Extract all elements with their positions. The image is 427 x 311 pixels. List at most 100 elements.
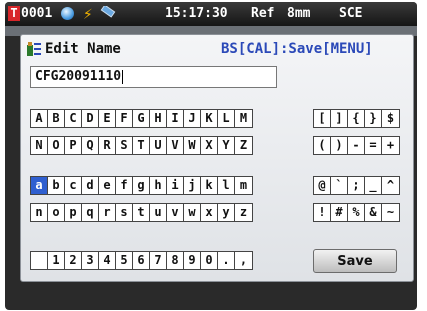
key-upper1-11[interactable]: L bbox=[218, 110, 235, 127]
key-lower2-7[interactable]: u bbox=[150, 204, 167, 221]
key-sym1-4[interactable]: $ bbox=[382, 110, 399, 127]
key-digits-8[interactable]: 8 bbox=[167, 252, 184, 269]
key-lower1-10[interactable]: k bbox=[201, 177, 218, 194]
key-upper1-8[interactable]: I bbox=[167, 110, 184, 127]
key-digits-11[interactable]: . bbox=[218, 252, 235, 269]
key-lower1-6[interactable]: g bbox=[133, 177, 150, 194]
key-digits-3[interactable]: 3 bbox=[82, 252, 99, 269]
key-sym3-2[interactable]: ; bbox=[348, 177, 365, 194]
key-upper2-3[interactable]: Q bbox=[82, 137, 99, 154]
key-digits-10[interactable]: 0 bbox=[201, 252, 218, 269]
key-sym2-2[interactable]: - bbox=[348, 137, 365, 154]
key-lower2-2[interactable]: p bbox=[65, 204, 82, 221]
status-badge: T bbox=[8, 6, 20, 21]
key-lower1-7[interactable]: h bbox=[150, 177, 167, 194]
dialog-title: Edit Name bbox=[45, 41, 121, 57]
name-input[interactable]: CFG20091110 bbox=[30, 66, 277, 88]
key-upper2-1[interactable]: O bbox=[48, 137, 65, 154]
edit-name-dialog: Edit Name BS[CAL]:Save[MENU] CFG20091110… bbox=[20, 34, 414, 282]
key-upper1-7[interactable]: H bbox=[150, 110, 167, 127]
key-sym1-0[interactable]: [ bbox=[314, 110, 331, 127]
key-lower1-4[interactable]: e bbox=[99, 177, 116, 194]
bolt-icon: ⚡ bbox=[83, 4, 93, 23]
key-upper1-4[interactable]: E bbox=[99, 110, 116, 127]
key-digits-5[interactable]: 5 bbox=[116, 252, 133, 269]
key-lower1-5[interactable]: f bbox=[116, 177, 133, 194]
key-sym4-4[interactable]: ~ bbox=[382, 204, 399, 221]
key-lower2-6[interactable]: t bbox=[133, 204, 150, 221]
key-digits-1[interactable]: 1 bbox=[48, 252, 65, 269]
key-upper1-12[interactable]: M bbox=[235, 110, 252, 127]
key-sym4-0[interactable]: ! bbox=[314, 204, 331, 221]
key-upper2-10[interactable]: X bbox=[201, 137, 218, 154]
key-sym2-1[interactable]: ) bbox=[331, 137, 348, 154]
key-lower2-0[interactable]: n bbox=[31, 204, 48, 221]
key-upper2-7[interactable]: U bbox=[150, 137, 167, 154]
key-lower2-11[interactable]: y bbox=[218, 204, 235, 221]
key-row-upper1: ABCDEFGHIJKLM bbox=[30, 109, 253, 128]
key-digits-6[interactable]: 6 bbox=[133, 252, 150, 269]
key-sym3-0[interactable]: @ bbox=[314, 177, 331, 194]
key-lower2-1[interactable]: o bbox=[48, 204, 65, 221]
key-lower2-4[interactable]: r bbox=[99, 204, 116, 221]
key-upper2-12[interactable]: Z bbox=[235, 137, 252, 154]
key-lower2-12[interactable]: z bbox=[235, 204, 252, 221]
key-sym3-3[interactable]: _ bbox=[365, 177, 382, 194]
key-upper2-2[interactable]: P bbox=[65, 137, 82, 154]
key-lower1-3[interactable]: d bbox=[82, 177, 99, 194]
key-lower1-0[interactable]: a bbox=[31, 177, 48, 194]
key-sym2-3[interactable]: = bbox=[365, 137, 382, 154]
key-lower1-11[interactable]: l bbox=[218, 177, 235, 194]
key-digits-7[interactable]: 7 bbox=[150, 252, 167, 269]
key-upper2-4[interactable]: R bbox=[99, 137, 116, 154]
key-digits-2[interactable]: 2 bbox=[65, 252, 82, 269]
key-sym1-2[interactable]: { bbox=[348, 110, 365, 127]
key-lower1-12[interactable]: m bbox=[235, 177, 252, 194]
key-sym4-3[interactable]: & bbox=[365, 204, 382, 221]
key-lower1-1[interactable]: b bbox=[48, 177, 65, 194]
key-digits-4[interactable]: 4 bbox=[99, 252, 116, 269]
key-sym1-3[interactable]: } bbox=[365, 110, 382, 127]
key-upper1-0[interactable]: A bbox=[31, 110, 48, 127]
key-lower2-8[interactable]: v bbox=[167, 204, 184, 221]
key-digits-9[interactable]: 9 bbox=[184, 252, 201, 269]
key-row-lower1: abcdefghijklm bbox=[30, 176, 253, 195]
device-screen: T 0001 ⚡ 15:17:30 Ref 8mm SCE Edit Name … bbox=[5, 2, 417, 310]
key-row-sym1: []{} $ bbox=[313, 109, 400, 128]
key-lower2-9[interactable]: w bbox=[184, 204, 201, 221]
device-id: 0001 bbox=[21, 6, 53, 21]
name-value: CFG20091110 bbox=[35, 69, 122, 84]
text-caret bbox=[122, 69, 124, 84]
key-upper2-8[interactable]: V bbox=[167, 137, 184, 154]
key-sym2-0[interactable]: ( bbox=[314, 137, 331, 154]
key-upper2-9[interactable]: W bbox=[184, 137, 201, 154]
key-sym2-4[interactable]: + bbox=[382, 137, 399, 154]
key-upper2-0[interactable]: N bbox=[31, 137, 48, 154]
key-upper1-2[interactable]: C bbox=[65, 110, 82, 127]
key-lower1-2[interactable]: c bbox=[65, 177, 82, 194]
key-upper2-5[interactable]: S bbox=[116, 137, 133, 154]
key-row-sym3: @ `; _ ^ bbox=[313, 176, 400, 195]
key-lower1-8[interactable]: i bbox=[167, 177, 184, 194]
key-lower1-9[interactable]: j bbox=[184, 177, 201, 194]
key-upper1-9[interactable]: J bbox=[184, 110, 201, 127]
key-upper1-6[interactable]: G bbox=[133, 110, 150, 127]
key-upper1-5[interactable]: F bbox=[116, 110, 133, 127]
sphere-icon bbox=[61, 7, 74, 20]
key-lower2-10[interactable]: x bbox=[201, 204, 218, 221]
key-digits-0[interactable] bbox=[31, 252, 48, 269]
key-sym4-1[interactable]: # bbox=[331, 204, 348, 221]
key-lower2-3[interactable]: q bbox=[82, 204, 99, 221]
key-upper1-1[interactable]: B bbox=[48, 110, 65, 127]
key-sym1-1[interactable]: ] bbox=[331, 110, 348, 127]
key-lower2-5[interactable]: s bbox=[116, 204, 133, 221]
save-button[interactable]: Save bbox=[313, 249, 397, 273]
key-sym3-4[interactable]: ^ bbox=[382, 177, 399, 194]
key-sym4-2[interactable]: % bbox=[348, 204, 365, 221]
key-upper2-11[interactable]: Y bbox=[218, 137, 235, 154]
key-upper1-3[interactable]: D bbox=[82, 110, 99, 127]
key-sym3-1[interactable]: ` bbox=[331, 177, 348, 194]
key-digits-12[interactable]: , bbox=[235, 252, 252, 269]
key-upper2-6[interactable]: T bbox=[133, 137, 150, 154]
key-upper1-10[interactable]: K bbox=[201, 110, 218, 127]
